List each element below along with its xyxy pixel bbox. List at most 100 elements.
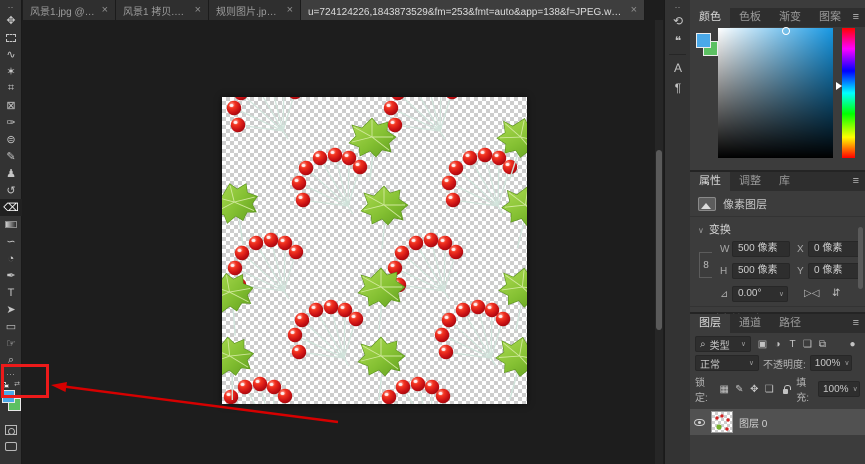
chevron-down-icon: ∨ <box>844 359 849 367</box>
layer-name[interactable]: 图层 0 <box>739 415 767 430</box>
lock-image-pixels-icon[interactable]: ✎ <box>732 384 747 395</box>
tab-图层[interactable]: 图层 <box>690 314 730 333</box>
filter-type-layers-icon[interactable]: T <box>785 339 800 350</box>
toolbar-collapse-icon[interactable]: ‥ <box>0 0 21 12</box>
shape-tool[interactable]: ▭ <box>0 318 22 335</box>
layer-row[interactable]: 图层 0 <box>690 409 865 435</box>
panel-dock: ‥ ⟲❝ A¶ <box>664 0 690 464</box>
tab-色板[interactable]: 色板 <box>730 8 770 27</box>
saturation-brightness-field[interactable] <box>718 28 833 158</box>
document-tabbar: 风景1.jpg @ 100%(R...×风景1 拷贝.psd @ 1...×规则… <box>23 0 645 20</box>
blur-tool[interactable]: ∽ <box>0 233 22 250</box>
path-selection-tool[interactable]: ➤ <box>0 301 22 318</box>
document-tab-3[interactable]: 规则图片.jpg @ 300...× <box>209 0 301 20</box>
frame-tool[interactable]: ⊠ <box>0 97 22 114</box>
layer-thumbnail[interactable] <box>711 411 733 433</box>
tab-属性[interactable]: 属性 <box>690 172 730 191</box>
pattern-berry-cluster <box>384 97 459 139</box>
filter-smart-objects-icon[interactable]: ⧉ <box>815 339 830 350</box>
tab-图案[interactable]: 图案 <box>810 8 850 27</box>
filter-pin-icon[interactable]: ● <box>845 339 860 350</box>
zoom-tool[interactable]: ⌕ <box>0 352 22 369</box>
color-selector-circle[interactable] <box>782 27 790 35</box>
hue-slider[interactable] <box>842 28 855 158</box>
history-brush-tool[interactable]: ↺ <box>0 182 22 199</box>
type-tool[interactable]: T <box>0 284 22 301</box>
angle-field[interactable]: 0.00°∨ <box>732 286 788 302</box>
tab-调整[interactable]: 调整 <box>730 172 770 191</box>
tab-close-icon[interactable]: × <box>195 4 201 16</box>
tab-通道[interactable]: 通道 <box>730 314 770 333</box>
panel-foreground-swatch[interactable] <box>696 33 711 48</box>
tab-close-icon[interactable]: × <box>287 4 293 16</box>
flip-vertical-icon[interactable]: ⇵ <box>832 288 840 299</box>
layer-filter-kind-dropdown[interactable]: ⌕ 类型 ∨ <box>695 336 751 352</box>
paragraph-panel-icon[interactable]: ¶ <box>665 78 691 98</box>
width-label: W <box>720 244 729 255</box>
hand-tool[interactable]: ☞ <box>0 335 22 352</box>
opacity-dropdown[interactable]: 100% ∨ <box>810 355 852 371</box>
pattern-berry-cluster <box>288 300 363 366</box>
tab-路径[interactable]: 路径 <box>770 314 810 333</box>
panel-menu-icon[interactable]: ≡ <box>853 172 859 191</box>
link-dimensions-icon[interactable]: 8 <box>699 252 712 278</box>
width-field[interactable]: 500 像素 <box>732 241 790 257</box>
tab-库[interactable]: 库 <box>770 172 799 191</box>
comments-panel-icon[interactable]: ❝ <box>665 31 691 51</box>
default-colors-icon[interactable] <box>1 382 10 389</box>
healing-brush-tool[interactable]: ⊜ <box>0 131 22 148</box>
crop-tool[interactable]: ⌗ <box>0 80 22 97</box>
pattern-berry-cluster <box>375 377 450 404</box>
x-field[interactable]: 0 像素 <box>808 241 860 257</box>
tab-颜色[interactable]: 颜色 <box>690 8 730 27</box>
filter-shape-layers-icon[interactable]: ❏ <box>800 339 815 350</box>
screen-mode-button[interactable] <box>5 442 17 451</box>
document-tab-4[interactable]: u=724124226,1843873529&fm=253&fmt=auto&a… <box>301 0 645 20</box>
document-tab-2[interactable]: 风景1 拷贝.psd @ 1...× <box>116 0 209 20</box>
panel-menu-icon[interactable]: ≡ <box>853 314 859 333</box>
tab-渐变[interactable]: 渐变 <box>770 8 810 27</box>
eraser-tool[interactable]: ⌫ <box>0 199 22 216</box>
lasso-tool[interactable]: ∿ <box>0 46 22 63</box>
quick-mask-mode-button[interactable] <box>5 425 17 435</box>
swap-colors-icon[interactable]: ⇄ <box>14 380 20 388</box>
document-canvas[interactable] <box>222 97 527 404</box>
scrollbar-thumb[interactable] <box>656 150 662 330</box>
brush-tool[interactable]: ✎ <box>0 148 22 165</box>
dodge-tool[interactable]: ◔ <box>0 250 22 267</box>
chevron-down-icon[interactable]: ∨ <box>779 287 784 302</box>
fill-dropdown[interactable]: 100% ∨ <box>818 381 860 397</box>
layer-visibility-eye-icon[interactable] <box>694 419 705 426</box>
eyedropper-tool[interactable]: ✑ <box>0 114 22 131</box>
hue-marker-icon[interactable] <box>836 82 842 90</box>
marquee-tool[interactable] <box>0 29 22 46</box>
filter-pixel-layers-icon[interactable]: ▣ <box>755 339 770 350</box>
pen-tool[interactable]: ✒ <box>0 267 22 284</box>
dock-collapse-icon[interactable]: ‥ <box>665 0 690 11</box>
height-field[interactable]: 500 像素 <box>732 263 790 279</box>
canvas-vertical-scrollbar[interactable] <box>655 20 663 464</box>
foreground-color-swatch[interactable] <box>2 390 15 403</box>
history-panel-icon[interactable]: ⟲ <box>665 11 691 31</box>
gradient-tool[interactable] <box>0 216 22 233</box>
panel-menu-icon[interactable]: ≡ <box>853 8 859 27</box>
move-tool[interactable]: ✥ <box>0 12 22 29</box>
lock-artboard-icon[interactable]: ❏ <box>762 384 777 395</box>
search-icon: ⌕ <box>700 339 706 350</box>
clone-stamp-tool[interactable]: ♟ <box>0 165 22 182</box>
quick-selection-tool[interactable]: ✶ <box>0 63 22 80</box>
lock-position-icon[interactable]: ✥ <box>747 384 762 395</box>
document-tab-1[interactable]: 风景1.jpg @ 100%(R...× <box>23 0 116 20</box>
tab-close-icon[interactable]: × <box>631 4 637 16</box>
character-panel-icon[interactable]: A <box>665 58 691 78</box>
canvas-area <box>23 20 664 464</box>
tab-close-icon[interactable]: × <box>102 4 108 16</box>
blend-mode-dropdown[interactable]: 正常 ∨ <box>695 355 759 371</box>
lock-all-icon[interactable] <box>783 389 788 394</box>
properties-scrollbar-thumb[interactable] <box>858 227 863 289</box>
lock-transparent-pixels-icon[interactable]: ▦ <box>717 384 732 395</box>
filter-adjustment-layers-icon[interactable]: ◑ <box>770 339 785 350</box>
flip-horizontal-icon[interactable]: ▷◁ <box>804 288 819 299</box>
transform-section-header[interactable]: ∨变换 <box>690 217 865 239</box>
y-field[interactable]: 0 像素 <box>808 263 860 279</box>
